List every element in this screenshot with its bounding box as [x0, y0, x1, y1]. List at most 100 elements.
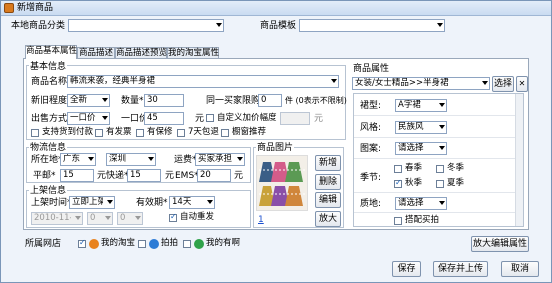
match-buy-checkbox[interactable]	[394, 217, 402, 225]
divider	[354, 192, 523, 193]
zoom-edit-attributes-button[interactable]: 放大编辑属性	[471, 236, 529, 252]
sale-mode-select[interactable]: 一口价	[67, 112, 110, 125]
attributes-list: 裙型: A字裙 风格: 民族风 图案: 请选择 季节: 春季 冬季 ✓ 秋季 夏…	[353, 93, 524, 227]
warranty-checkbox[interactable]	[136, 129, 144, 137]
listing-time-label: 上架时间*	[31, 198, 72, 208]
cancel-button[interactable]: 取消	[501, 261, 539, 277]
condition-select[interactable]: 全新	[67, 94, 110, 107]
showcase-checkbox[interactable]	[221, 129, 229, 137]
chevron-down-icon	[105, 216, 111, 220]
local-category-select[interactable]	[68, 19, 224, 32]
auto-relist-checkbox[interactable]	[169, 212, 177, 222]
chevron-down-icon	[482, 81, 488, 85]
showcase-label: 橱窗推荐	[232, 127, 267, 137]
chevron-down-icon	[102, 98, 108, 102]
period-select[interactable]: 14天	[169, 196, 215, 209]
cod-checkbox[interactable]	[31, 129, 39, 137]
divider	[354, 137, 523, 138]
limit-field[interactable]: 0	[258, 94, 282, 107]
season-summer-checkbox[interactable]	[436, 180, 444, 188]
style-select[interactable]: 民族风	[395, 121, 447, 134]
auto-relist-label: 自动重发	[180, 212, 215, 222]
window-title: 新增商品	[17, 3, 54, 13]
chevron-down-icon	[88, 157, 94, 161]
save-upload-button[interactable]: 保存并上传	[433, 261, 488, 277]
city-select[interactable]: 深圳	[106, 153, 156, 166]
listing-time-select[interactable]: 立即上架	[69, 196, 115, 209]
season-winter-checkbox[interactable]	[436, 165, 444, 173]
shop-taobao-checkbox[interactable]	[78, 238, 86, 248]
province-select[interactable]: 广东	[60, 153, 96, 166]
chevron-down-icon	[439, 125, 445, 129]
mail-unit: 元	[97, 171, 107, 181]
freight-select[interactable]: 买家承担	[195, 153, 245, 166]
pattern-label: 图案:	[360, 144, 382, 154]
chevron-down-icon	[331, 79, 337, 83]
ems-label: EMS*	[175, 171, 199, 181]
listing-title: 上架信息	[29, 186, 68, 197]
invoice-checkbox[interactable]	[95, 129, 103, 137]
skirt-type-select[interactable]: A字裙	[395, 99, 447, 112]
zoom-image-button[interactable]: 放大	[315, 211, 341, 227]
local-category-label: 本地商品分类	[11, 21, 66, 31]
custom-markup-unit: 元	[314, 114, 324, 124]
return-7day-checkbox[interactable]	[177, 129, 185, 137]
skirt-thumbnail-image	[257, 156, 307, 210]
material-label: 质地:	[360, 199, 382, 209]
listing-hour-select[interactable]: 0	[87, 212, 113, 225]
add-image-button[interactable]: 新增	[315, 155, 341, 171]
invoice-label: 有发票	[106, 127, 132, 137]
select-category-button[interactable]: 选择	[492, 76, 514, 92]
divider	[354, 158, 523, 159]
template-label: 商品模板	[260, 21, 297, 31]
paipai-icon	[149, 239, 159, 249]
season-summer-label: 夏季	[447, 178, 465, 188]
chevron-down-icon	[102, 116, 108, 120]
save-button[interactable]: 保存	[392, 261, 421, 277]
ems-unit: 元	[234, 171, 244, 181]
product-name-combo[interactable]: 韩流来袭，经典半身裙	[67, 75, 339, 88]
edit-image-button[interactable]: 编辑	[315, 192, 341, 208]
style-label: 风格:	[360, 123, 382, 133]
attributes-scrollbar[interactable]	[515, 94, 523, 226]
close-icon[interactable]: ✕	[516, 76, 528, 92]
app-icon	[4, 3, 14, 13]
location-label: 所在地*	[31, 155, 63, 165]
attribute-category-select[interactable]: 女装/女士精品>>半身裙	[352, 77, 490, 90]
template-select[interactable]	[299, 19, 445, 32]
custom-markup-field[interactable]	[280, 112, 310, 125]
image-page-link[interactable]: 1	[258, 214, 264, 226]
material-select[interactable]: 请选择	[395, 197, 447, 210]
season-autumn-label: 秋季	[405, 178, 423, 188]
price-field[interactable]: 45	[144, 112, 184, 125]
chevron-down-icon	[439, 201, 445, 205]
shop-youa-checkbox[interactable]	[183, 240, 191, 248]
shop-label: 所属网店	[25, 239, 62, 249]
ems-fee-field[interactable]: 20	[197, 169, 231, 182]
season-autumn-checkbox[interactable]	[394, 178, 402, 188]
limit-label: 同一买家限购	[206, 96, 261, 106]
listing-minute-select[interactable]: 0	[117, 212, 143, 225]
season-spring-checkbox[interactable]	[394, 165, 402, 173]
return-7day-label: 7天包退	[188, 127, 219, 137]
shop-paipai-checkbox[interactable]	[138, 240, 146, 248]
chevron-down-icon	[107, 200, 113, 204]
chevron-down-icon	[207, 200, 213, 204]
custom-markup-checkbox[interactable]	[206, 114, 214, 122]
tab-basic-attributes[interactable]: 商品基本属性	[25, 45, 77, 59]
listing-date-picker[interactable]: 2010-11-29	[31, 212, 83, 225]
product-attributes-title: 商品属性	[353, 64, 390, 74]
express-fee-field[interactable]: 15	[127, 169, 161, 182]
pattern-select[interactable]: 请选择	[395, 142, 447, 155]
quantity-field[interactable]: 30	[144, 94, 184, 107]
delete-image-button[interactable]: 删除	[315, 174, 341, 190]
product-image-preview[interactable]	[256, 155, 308, 211]
chevron-down-icon	[237, 157, 243, 161]
mail-label: 平邮*	[33, 171, 56, 181]
divider	[354, 115, 523, 116]
price-unit: 元	[195, 114, 205, 124]
season-winter-label: 冬季	[447, 163, 465, 173]
skirt-type-label: 裙型:	[360, 101, 382, 111]
cod-label: 支持货到付款	[42, 127, 94, 137]
mail-fee-field[interactable]: 15	[60, 169, 94, 182]
